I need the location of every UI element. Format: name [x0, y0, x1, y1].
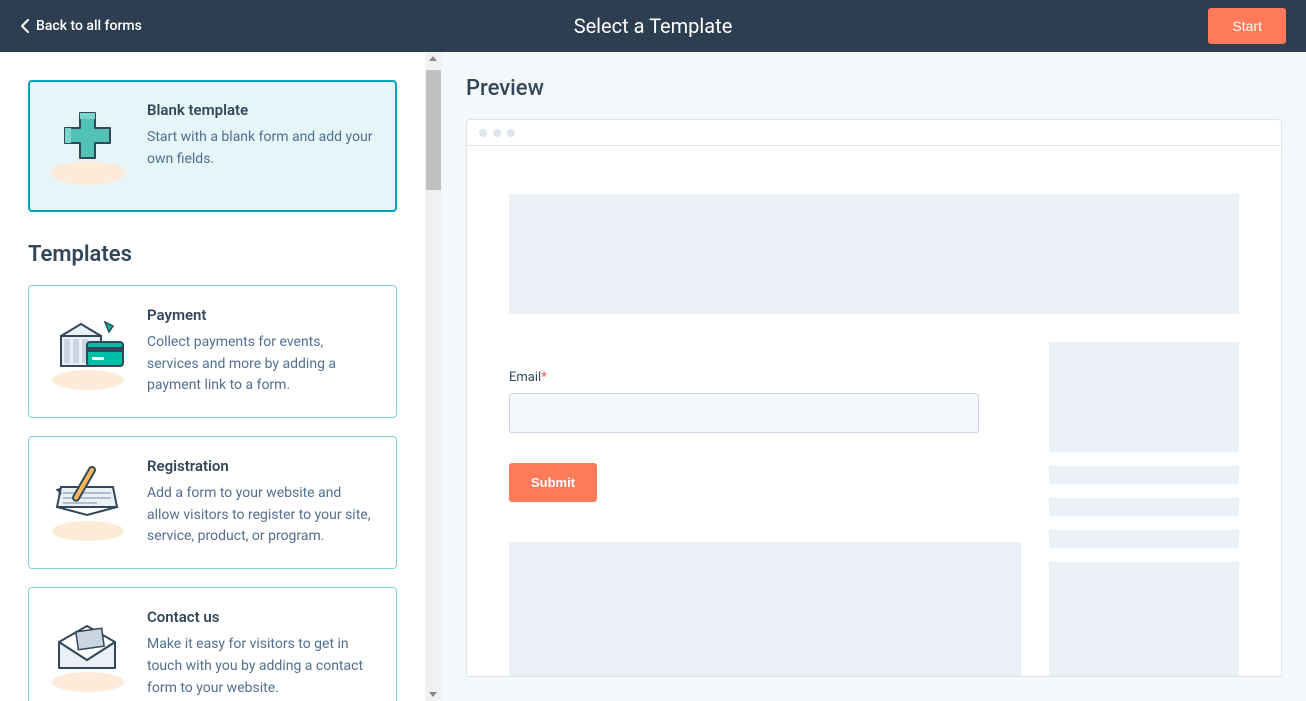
- template-card-blank[interactable]: Blank template Start with a blank form a…: [28, 80, 397, 212]
- placeholder-block: [509, 542, 1021, 676]
- preview-form: Email* Submit: [509, 342, 1021, 676]
- placeholder-block: [1049, 562, 1239, 676]
- required-mark: *: [541, 370, 547, 385]
- window-dot-icon: [493, 129, 501, 137]
- preview-heading: Preview: [466, 76, 1282, 101]
- preview-sidebar: [1049, 342, 1239, 676]
- blank-template-icon: [43, 101, 133, 191]
- placeholder-line: [1049, 498, 1239, 516]
- preview-titlebar: [467, 120, 1281, 146]
- window-dot-icon: [479, 129, 487, 137]
- window-dot-icon: [507, 129, 515, 137]
- placeholder-line: [1049, 466, 1239, 484]
- template-title: Payment: [147, 306, 376, 324]
- main-layout: Blank template Start with a blank form a…: [0, 52, 1306, 701]
- preview-window: Email* Submit: [466, 119, 1282, 677]
- template-desc: Start with a blank form and add your own…: [147, 127, 376, 170]
- app-header: Back to all forms Select a Template Star…: [0, 0, 1306, 52]
- chevron-left-icon: [20, 19, 30, 33]
- contact-icon: [43, 608, 133, 698]
- template-card-registration[interactable]: Registration Add a form to your website …: [28, 436, 397, 569]
- template-title: Blank template: [147, 101, 376, 119]
- email-field[interactable]: [509, 393, 979, 433]
- start-button[interactable]: Start: [1208, 8, 1286, 44]
- preview-panel: Preview Email* Submit: [442, 52, 1306, 701]
- placeholder-block: [1049, 342, 1239, 452]
- template-desc: Add a form to your website and allow vis…: [147, 483, 376, 548]
- placeholder-line: [1049, 530, 1239, 548]
- preview-body[interactable]: Email* Submit: [467, 146, 1281, 676]
- page-title: Select a Template: [574, 14, 733, 38]
- template-title: Registration: [147, 457, 376, 475]
- template-card-contact[interactable]: Contact us Make it easy for visitors to …: [28, 587, 397, 701]
- back-label: Back to all forms: [36, 18, 142, 34]
- panel-scrollbar[interactable]: [425, 52, 442, 701]
- template-card-payment[interactable]: Payment Collect payments for events, ser…: [28, 285, 397, 418]
- template-list-panel: Blank template Start with a blank form a…: [0, 52, 425, 701]
- registration-icon: [43, 457, 133, 547]
- template-desc: Make it easy for visitors to get in touc…: [147, 634, 376, 699]
- back-link[interactable]: Back to all forms: [20, 18, 142, 34]
- email-label-text: Email: [509, 370, 541, 385]
- template-title: Contact us: [147, 608, 376, 626]
- email-label: Email*: [509, 370, 547, 385]
- templates-heading: Templates: [28, 242, 397, 267]
- payment-icon: [43, 306, 133, 396]
- template-desc: Collect payments for events, services an…: [147, 332, 376, 397]
- placeholder-banner: [509, 194, 1239, 314]
- submit-button[interactable]: Submit: [509, 463, 597, 502]
